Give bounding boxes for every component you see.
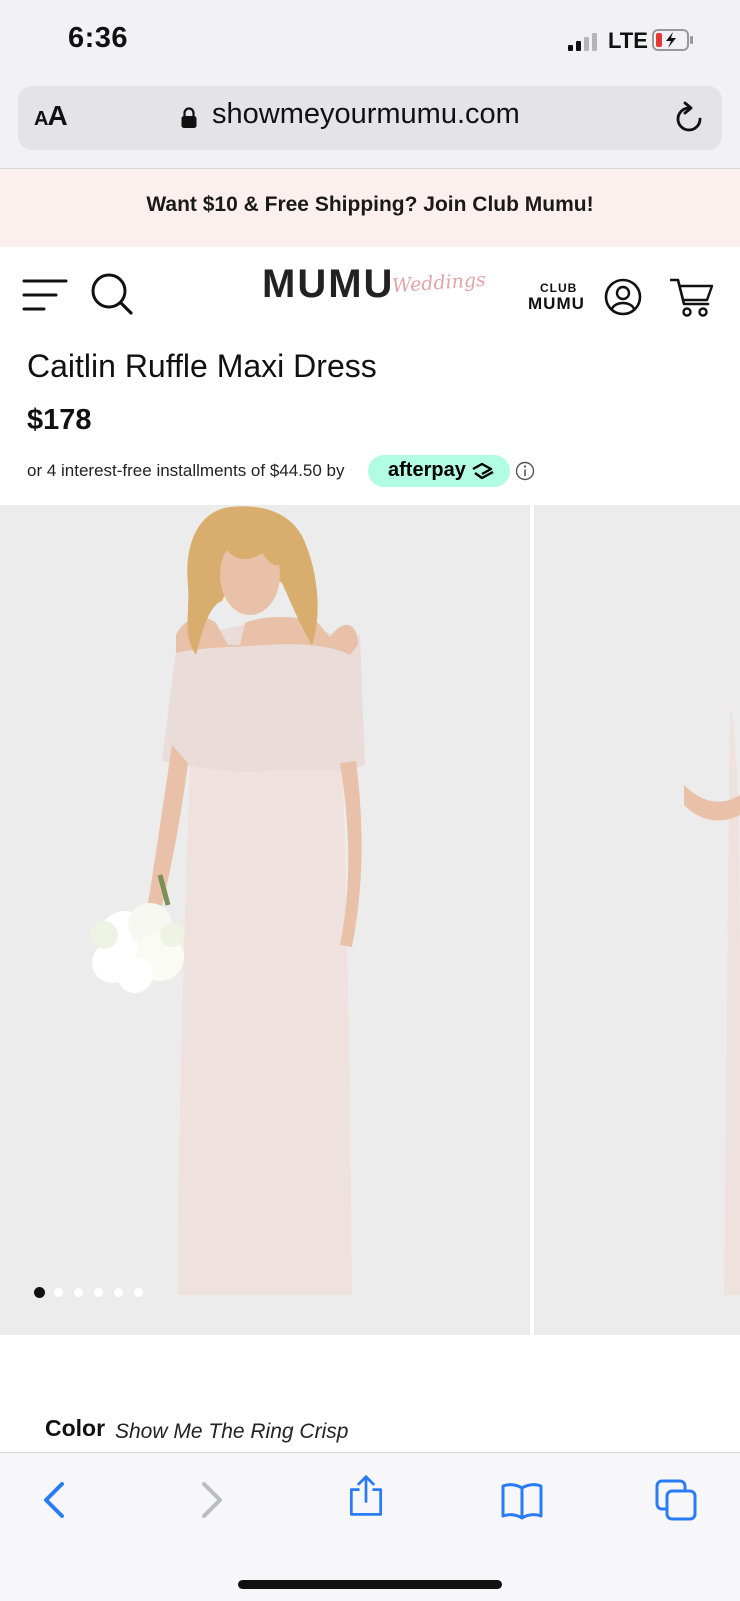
- color-value: Show Me The Ring Crisp: [115, 1420, 349, 1443]
- signal-strength-icon: [568, 33, 604, 51]
- club-mumu-link[interactable]: MUMU: [528, 294, 585, 314]
- product-title: Caitlin Ruffle Maxi Dress: [27, 348, 377, 384]
- product-image-main[interactable]: [0, 505, 530, 1335]
- cart-icon[interactable]: [670, 276, 714, 318]
- pagination-dot[interactable]: [114, 1288, 123, 1297]
- pagination-dot[interactable]: [54, 1288, 63, 1297]
- reload-icon[interactable]: [673, 100, 705, 136]
- product-image-next[interactable]: [534, 505, 740, 1335]
- text-size-button[interactable]: AA: [34, 100, 68, 132]
- text-size-large-a: A: [47, 100, 67, 131]
- status-time: 6:36: [68, 22, 129, 54]
- pagination-dot-active[interactable]: [34, 1287, 45, 1298]
- back-icon[interactable]: [34, 1478, 78, 1522]
- pagination-dot[interactable]: [134, 1288, 143, 1297]
- bookmarks-icon[interactable]: [500, 1478, 544, 1522]
- menu-icon[interactable]: [22, 278, 68, 312]
- product-price: $178: [27, 404, 92, 436]
- next-slide-illustration: [534, 505, 740, 1335]
- pagination-dot[interactable]: [74, 1288, 83, 1297]
- info-icon[interactable]: [515, 461, 535, 481]
- afterpay-label[interactable]: afterpay: [388, 459, 466, 482]
- promo-text[interactable]: Want $10 & Free Shipping? Join Club Mumu…: [0, 193, 740, 217]
- afterpay-arrows-icon: [472, 462, 494, 480]
- forward-icon[interactable]: [188, 1478, 232, 1522]
- text-size-small-a: A: [34, 108, 48, 130]
- account-icon[interactable]: [604, 278, 642, 316]
- site-logo[interactable]: MUMU: [262, 262, 394, 307]
- share-icon[interactable]: [344, 1474, 388, 1518]
- search-icon[interactable]: [90, 272, 134, 316]
- pagination-dot[interactable]: [94, 1288, 103, 1297]
- carrier-label: LTE: [608, 28, 648, 53]
- lock-icon: [181, 107, 197, 128]
- color-label: Color: [45, 1415, 106, 1441]
- gallery-pagination: [34, 1287, 154, 1300]
- url-text[interactable]: showmeyourmumu.com: [212, 98, 520, 131]
- battery-charging-icon: [652, 29, 693, 51]
- model-dress-illustration: [0, 505, 530, 1335]
- home-indicator: [238, 1580, 502, 1589]
- installments-text: or 4 interest-free installments of $44.5…: [27, 461, 345, 480]
- club-mumu-small-label[interactable]: CLUB: [540, 281, 577, 295]
- tabs-icon[interactable]: [654, 1478, 698, 1522]
